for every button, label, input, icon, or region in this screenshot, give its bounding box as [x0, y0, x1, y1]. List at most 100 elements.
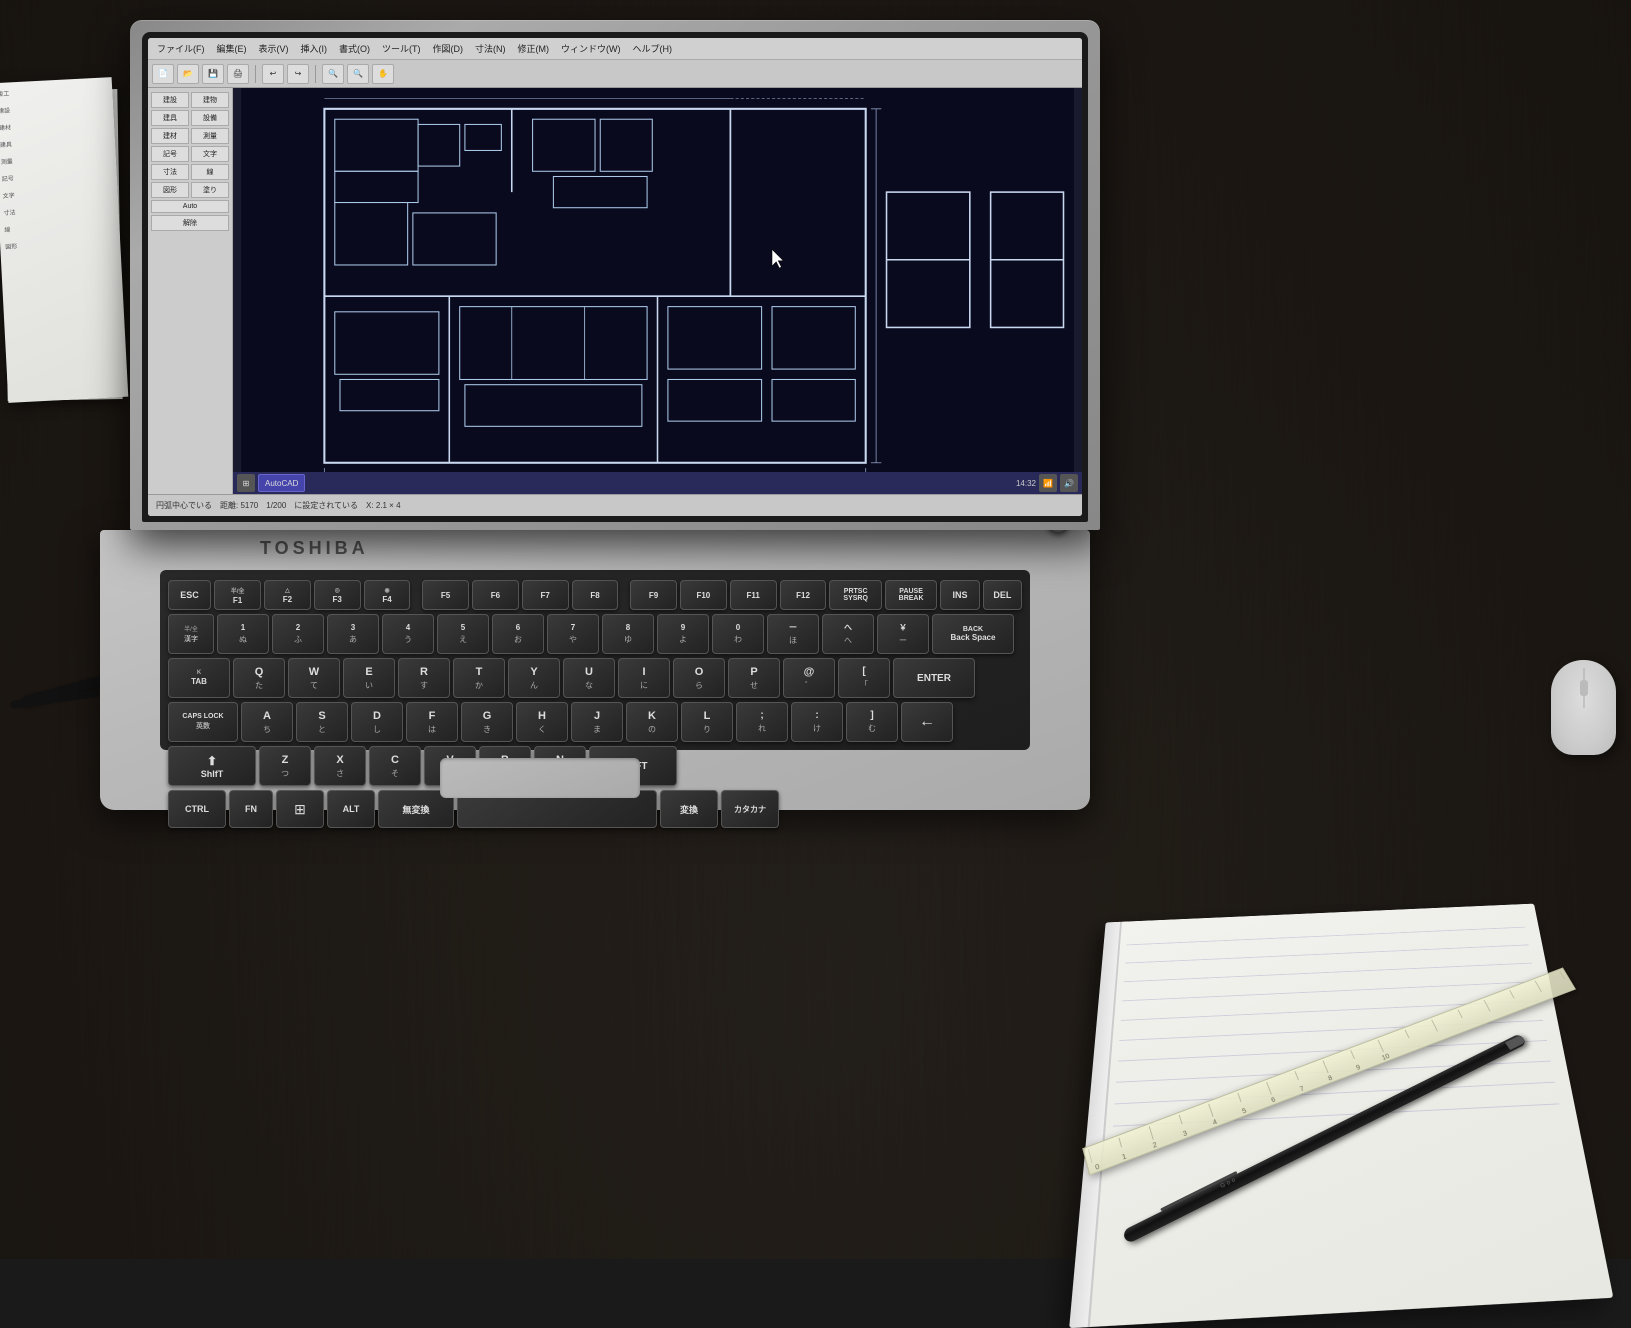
- key-esc[interactable]: ESC: [168, 580, 211, 610]
- panel-item-sen[interactable]: 線: [191, 164, 229, 180]
- key-x[interactable]: Xさ: [314, 746, 366, 786]
- cad-menu-insert[interactable]: 挿入(I): [296, 40, 333, 57]
- panel-item-moji[interactable]: 文字: [191, 146, 229, 162]
- key-i[interactable]: Iに: [618, 658, 670, 698]
- key-semicolon[interactable]: ;れ: [736, 702, 788, 742]
- key-at[interactable]: @゛: [783, 658, 835, 698]
- key-f7[interactable]: F7: [522, 580, 569, 610]
- key-yen[interactable]: ￥ー: [877, 614, 929, 654]
- key-minus[interactable]: ーほ: [767, 614, 819, 654]
- key-y[interactable]: Yん: [508, 658, 560, 698]
- key-d[interactable]: Dし: [351, 702, 403, 742]
- key-7[interactable]: 7や: [547, 614, 599, 654]
- cad-menu-dim[interactable]: 寸法(N): [470, 40, 511, 57]
- key-q[interactable]: Qた: [233, 658, 285, 698]
- key-del[interactable]: DEL: [983, 580, 1022, 610]
- cad-tool-pan[interactable]: ✋: [372, 64, 394, 84]
- panel-item-tateme[interactable]: 建物: [191, 92, 229, 108]
- panel-item-kaijo[interactable]: 解除: [151, 215, 229, 231]
- key-s[interactable]: Sと: [296, 702, 348, 742]
- key-hat[interactable]: へへ: [822, 614, 874, 654]
- cad-tool-open[interactable]: 📂: [177, 64, 199, 84]
- key-o[interactable]: Oら: [673, 658, 725, 698]
- taskbar-sound[interactable]: 🔊: [1060, 474, 1078, 492]
- cad-tool-zoom-out[interactable]: 🔍: [347, 64, 369, 84]
- panel-item-kenzai[interactable]: 建材: [151, 128, 189, 144]
- key-caps-lock[interactable]: CAPS LOCK英数: [168, 702, 238, 742]
- key-shift-left[interactable]: ⬆ShIfT: [168, 746, 256, 786]
- key-w[interactable]: Wて: [288, 658, 340, 698]
- key-f[interactable]: Fは: [406, 702, 458, 742]
- key-henkan[interactable]: 変換: [660, 790, 718, 828]
- key-9[interactable]: 9よ: [657, 614, 709, 654]
- key-tab[interactable]: KTAB: [168, 658, 230, 698]
- key-j[interactable]: Jま: [571, 702, 623, 742]
- key-5[interactable]: 5え: [437, 614, 489, 654]
- key-f11[interactable]: F11: [730, 580, 777, 610]
- key-4[interactable]: 4う: [382, 614, 434, 654]
- taskbar-start[interactable]: ⊞: [237, 474, 255, 492]
- key-f10[interactable]: F10: [680, 580, 727, 610]
- key-g[interactable]: Gき: [461, 702, 513, 742]
- key-u[interactable]: Uな: [563, 658, 615, 698]
- key-6[interactable]: 6お: [492, 614, 544, 654]
- key-enter[interactable]: ENTER: [893, 658, 975, 698]
- panel-item-sokuryo[interactable]: 測量: [191, 128, 229, 144]
- key-h[interactable]: Hく: [516, 702, 568, 742]
- key-backspace[interactable]: BACKBack Space: [932, 614, 1014, 654]
- key-ctrl[interactable]: CTRL: [168, 790, 226, 828]
- cad-menu-help[interactable]: ヘルプ(H): [628, 40, 678, 57]
- cad-menu-tools[interactable]: ツール(T): [377, 40, 426, 57]
- panel-item-kensestu[interactable]: 建設: [151, 92, 189, 108]
- key-alt[interactable]: ALT: [327, 790, 375, 828]
- key-a[interactable]: Aち: [241, 702, 293, 742]
- key-prtsc[interactable]: PRTSCSYSRQ: [829, 580, 881, 610]
- key-f1[interactable]: 半/全F1: [214, 580, 261, 610]
- key-2[interactable]: 2ふ: [272, 614, 324, 654]
- key-pause[interactable]: PAUSEBREAK: [885, 580, 937, 610]
- key-hankaku[interactable]: 半/全漢字: [168, 614, 214, 654]
- key-return-arrow[interactable]: ←: [901, 702, 953, 742]
- key-f4[interactable]: ◉F4: [364, 580, 411, 610]
- panel-item-kigo[interactable]: 記号: [151, 146, 189, 162]
- panel-item-sunpo[interactable]: 寸法: [151, 164, 189, 180]
- panel-item-nuri[interactable]: 塗り: [191, 182, 229, 198]
- taskbar-network[interactable]: 📶: [1039, 474, 1057, 492]
- key-f6[interactable]: F6: [472, 580, 519, 610]
- cad-menu-file[interactable]: ファイル(F): [152, 40, 210, 57]
- cad-menu-modify[interactable]: 修正(M): [513, 40, 555, 57]
- cad-menu-view[interactable]: 表示(V): [254, 40, 294, 57]
- key-1[interactable]: 1ぬ: [217, 614, 269, 654]
- key-0[interactable]: 0わ: [712, 614, 764, 654]
- key-k[interactable]: Kの: [626, 702, 678, 742]
- key-r[interactable]: Rす: [398, 658, 450, 698]
- key-t[interactable]: Tか: [453, 658, 505, 698]
- key-l[interactable]: Lり: [681, 702, 733, 742]
- cad-menu-window[interactable]: ウィンドウ(W): [556, 40, 626, 57]
- key-fn-bottom[interactable]: FN: [229, 790, 273, 828]
- panel-item-setsubi[interactable]: 設備: [191, 110, 229, 126]
- panel-item-tategu[interactable]: 建具: [151, 110, 189, 126]
- key-f12[interactable]: F12: [780, 580, 827, 610]
- panel-item-zukei[interactable]: 図形: [151, 182, 189, 198]
- cad-tool-print[interactable]: 🖨: [227, 64, 249, 84]
- key-ins[interactable]: INS: [940, 580, 979, 610]
- key-bracket-open[interactable]: [「: [838, 658, 890, 698]
- key-f2[interactable]: △F2: [264, 580, 311, 610]
- cad-menu-draw[interactable]: 作図(D): [428, 40, 469, 57]
- key-8[interactable]: 8ゆ: [602, 614, 654, 654]
- touchpad[interactable]: [440, 758, 640, 798]
- key-f5[interactable]: F5: [422, 580, 469, 610]
- cad-tool-save[interactable]: 💾: [202, 64, 224, 84]
- cad-menu-edit[interactable]: 編集(E): [212, 40, 252, 57]
- key-win[interactable]: ⊞: [276, 790, 324, 828]
- key-z[interactable]: Zつ: [259, 746, 311, 786]
- key-katakana[interactable]: カタカナ: [721, 790, 779, 828]
- cad-tool-undo[interactable]: ↩: [262, 64, 284, 84]
- cad-tool-redo[interactable]: ↪: [287, 64, 309, 84]
- taskbar-cad-app[interactable]: AutoCAD: [258, 474, 305, 492]
- key-f9[interactable]: F9: [630, 580, 677, 610]
- key-bracket-close[interactable]: ]む: [846, 702, 898, 742]
- key-f8[interactable]: F8: [572, 580, 619, 610]
- key-f3[interactable]: ◎F3: [314, 580, 361, 610]
